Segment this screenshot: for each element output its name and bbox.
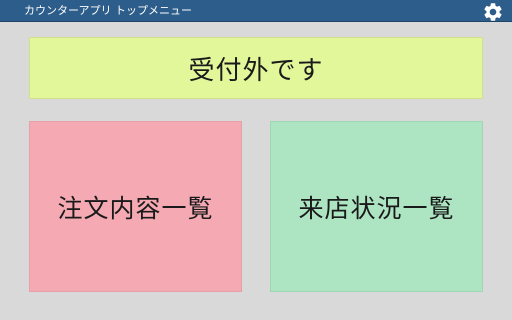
order-list-button[interactable]: 注文内容一覧 bbox=[29, 121, 242, 292]
app-title: カウンターアプリ トップメニュー bbox=[24, 4, 193, 17]
visit-status-button[interactable]: 来店状況一覧 bbox=[270, 121, 483, 292]
gear-icon bbox=[484, 3, 502, 21]
visit-status-label: 来店状況一覧 bbox=[298, 193, 455, 223]
settings-button[interactable] bbox=[482, 1, 504, 23]
order-list-label: 注文内容一覧 bbox=[57, 193, 214, 223]
reception-status-label: 受付外です bbox=[188, 55, 324, 86]
title-bar: カウンターアプリ トップメニュー bbox=[0, 0, 512, 22]
reception-status-panel[interactable]: 受付外です bbox=[29, 37, 483, 99]
